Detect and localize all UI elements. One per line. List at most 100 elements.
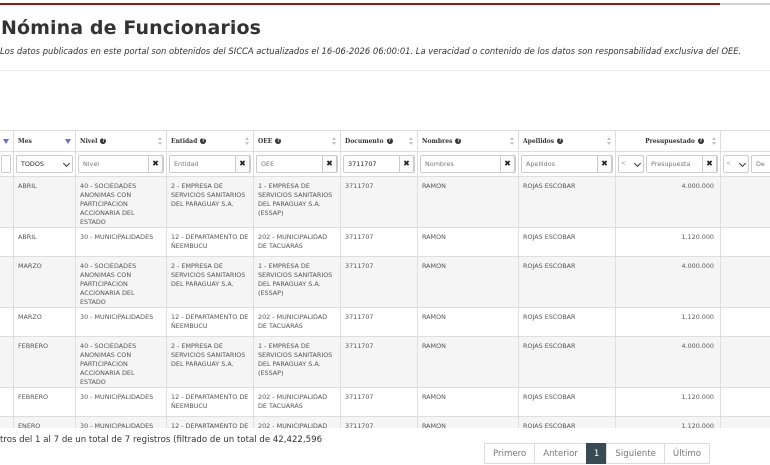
table-row[interactable]: FEBRERO 40 - SOCIEDADES ANONIMAS CON PAR…: [0, 335, 770, 388]
last-page-button[interactable]: Último: [663, 443, 710, 464]
table-row[interactable]: MARZO 30 - MUNICIPALIDADES 12 - DEPARTAM…: [0, 306, 770, 337]
first-page-button[interactable]: Primero: [484, 443, 536, 464]
cell-nivel: 30 - MUNICIPALIDADES: [75, 415, 167, 428]
col-header-devengado[interactable]: [720, 130, 770, 152]
cell-nivel: 30 - MUNICIPALIDADES: [75, 226, 167, 257]
cell-nombres: RAMON: [417, 255, 519, 308]
previous-column-filter[interactable]: [1, 155, 11, 173]
cell-presupuestado: 4.000.000: [615, 335, 721, 388]
help-icon: ?: [200, 138, 207, 144]
col-header-nivel[interactable]: Nivel ?: [75, 130, 167, 152]
cell-presupuestado: 1.120.000: [615, 386, 721, 417]
page-title: Nómina de Funcionarios: [1, 17, 262, 39]
col-header-mes[interactable]: Mes: [13, 130, 76, 152]
cell-nombres: RAMON: [417, 306, 519, 337]
cell-oee: 1 - EMPRESA DE SERVICIOS SANITARIOS DEL …: [253, 335, 341, 388]
table-row[interactable]: ABRIL 40 - SOCIEDADES ANONIMAS CON PARTI…: [0, 176, 770, 228]
cell-documento: 3711707: [340, 226, 418, 257]
previous-page-button[interactable]: Anterior: [534, 443, 587, 464]
cell-apellidos: ROJAS ESCOBAR: [518, 176, 616, 228]
clear-apellidos-button[interactable]: ✖: [597, 155, 612, 173]
cell-presupuestado: 1.120.000: [615, 415, 721, 428]
next-page-button[interactable]: Siguiente: [606, 443, 665, 464]
page-1-button[interactable]: 1: [585, 443, 608, 464]
filter-cell-mes: TODOS: [13, 151, 76, 177]
results-table-container: Mes Nivel ? Entidad ? OEE ? Documento ? …: [0, 130, 770, 428]
sort-icon: [158, 137, 163, 146]
mes-select[interactable]: TODOS: [16, 155, 73, 173]
cell-mes: FEBRERO: [13, 386, 76, 417]
cell-entidad: 2 - EMPRESA DE SERVICIOS SANITARIOS DEL …: [166, 176, 254, 228]
clear-documento-button[interactable]: ✖: [399, 155, 414, 173]
presupuesto-operator-select[interactable]: <: [618, 155, 644, 173]
cell-documento: 3711707: [340, 176, 418, 228]
filter-funnel-icon: [65, 139, 71, 144]
clear-oee-button[interactable]: ✖: [322, 155, 337, 173]
cell-apellidos: ROJAS ESCOBAR: [518, 306, 616, 337]
filter-cell-nombres: ✖: [417, 151, 519, 177]
cell-nombres: RAMON: [417, 176, 519, 228]
cell-mes: ENERO: [13, 415, 76, 428]
cell-entidad: 12 - DEPARTAMENTO DE ÑEEMBUCU: [166, 226, 254, 257]
sort-icon: [607, 137, 612, 146]
clear-entidad-button[interactable]: ✖: [235, 155, 250, 173]
sort-icon: [409, 137, 414, 146]
cell-nombres: RAMON: [417, 226, 519, 257]
cell-presupuestado: 1.120.000: [615, 226, 721, 257]
help-icon: ?: [557, 138, 564, 144]
filter-cell-presupuestado: < ✖: [615, 151, 721, 177]
cell-mes: FEBRERO: [13, 335, 76, 388]
chevron-down-icon: [62, 159, 71, 168]
page-subtitle: Los datos publicados en este portal son …: [0, 46, 742, 56]
filter-cell-entidad: ✖: [166, 151, 254, 177]
sort-icon: [245, 137, 250, 146]
cell-nivel: 30 - MUNICIPALIDADES: [75, 386, 167, 417]
cell-apellidos: ROJAS ESCOBAR: [518, 386, 616, 417]
sort-icon: [332, 137, 337, 146]
devengado-filter-input[interactable]: [752, 156, 770, 172]
filter-cell-documento: ✖: [340, 151, 418, 177]
filter-cell-nivel: ✖: [75, 151, 167, 177]
cell-apellidos: ROJAS ESCOBAR: [518, 226, 616, 257]
col-header-nombres[interactable]: Nombres ?: [417, 130, 519, 152]
cell-mes: ABRIL: [13, 226, 76, 257]
cell-nombres: RAMON: [417, 386, 519, 417]
table-info: tros del 1 al 7 de un total de 7 registr…: [0, 435, 323, 445]
sort-icon: [510, 137, 515, 146]
table-row[interactable]: ENERO 30 - MUNICIPALIDADES 12 - DEPARTAM…: [0, 415, 770, 428]
help-icon: ?: [698, 138, 704, 144]
col-header-entidad[interactable]: Entidad ?: [166, 130, 254, 152]
chevron-down-icon: [738, 159, 747, 168]
cell-entidad: 12 - DEPARTAMENTO DE ÑEEMBUCU: [166, 386, 254, 417]
clear-presupuesto-button[interactable]: ✖: [702, 155, 717, 173]
cell-documento: 3711707: [340, 335, 418, 388]
col-header-documento[interactable]: Documento ?: [340, 130, 418, 152]
cell-presupuestado: 1.120.000: [615, 306, 721, 337]
sort-icon: [712, 137, 717, 146]
clear-nombres-button[interactable]: ✖: [500, 155, 515, 173]
filter-cell-devengado: <: [720, 151, 770, 177]
cell-presupuestado: 4.000.000: [615, 255, 721, 308]
divider: [0, 70, 770, 71]
cell-documento: 3711707: [340, 255, 418, 308]
col-header-oee[interactable]: OEE ?: [253, 130, 341, 152]
filter-cell-previous: [0, 151, 14, 177]
cell-oee: 202 - MUNICIPALIDAD DE TACUARAS: [253, 306, 341, 337]
col-header-apellidos[interactable]: Apellidos ?: [518, 130, 616, 152]
help-icon: ?: [275, 138, 282, 144]
help-icon: ?: [455, 138, 462, 144]
table-row[interactable]: FEBRERO 30 - MUNICIPALIDADES 12 - DEPART…: [0, 386, 770, 417]
table-row[interactable]: ABRIL 30 - MUNICIPALIDADES 12 - DEPARTAM…: [0, 226, 770, 257]
filter-cell-apellidos: ✖: [518, 151, 616, 177]
cell-nivel: 40 - SOCIEDADES ANONIMAS CON PARTICIPACI…: [75, 255, 167, 308]
col-header-previous[interactable]: [0, 130, 14, 152]
cell-apellidos: ROJAS ESCOBAR: [518, 415, 616, 428]
cell-nivel: 40 - SOCIEDADES ANONIMAS CON PARTICIPACI…: [75, 335, 167, 388]
cell-entidad: 2 - EMPRESA DE SERVICIOS SANITARIOS DEL …: [166, 255, 254, 308]
col-header-presupuestado[interactable]: Presupuestado ?: [615, 130, 721, 152]
devengado-operator-select[interactable]: <: [723, 155, 749, 173]
help-icon: ?: [100, 138, 107, 144]
cell-nombres: RAMON: [417, 415, 519, 428]
clear-nivel-button[interactable]: ✖: [148, 155, 163, 173]
table-row[interactable]: MARZO 40 - SOCIEDADES ANONIMAS CON PARTI…: [0, 255, 770, 308]
